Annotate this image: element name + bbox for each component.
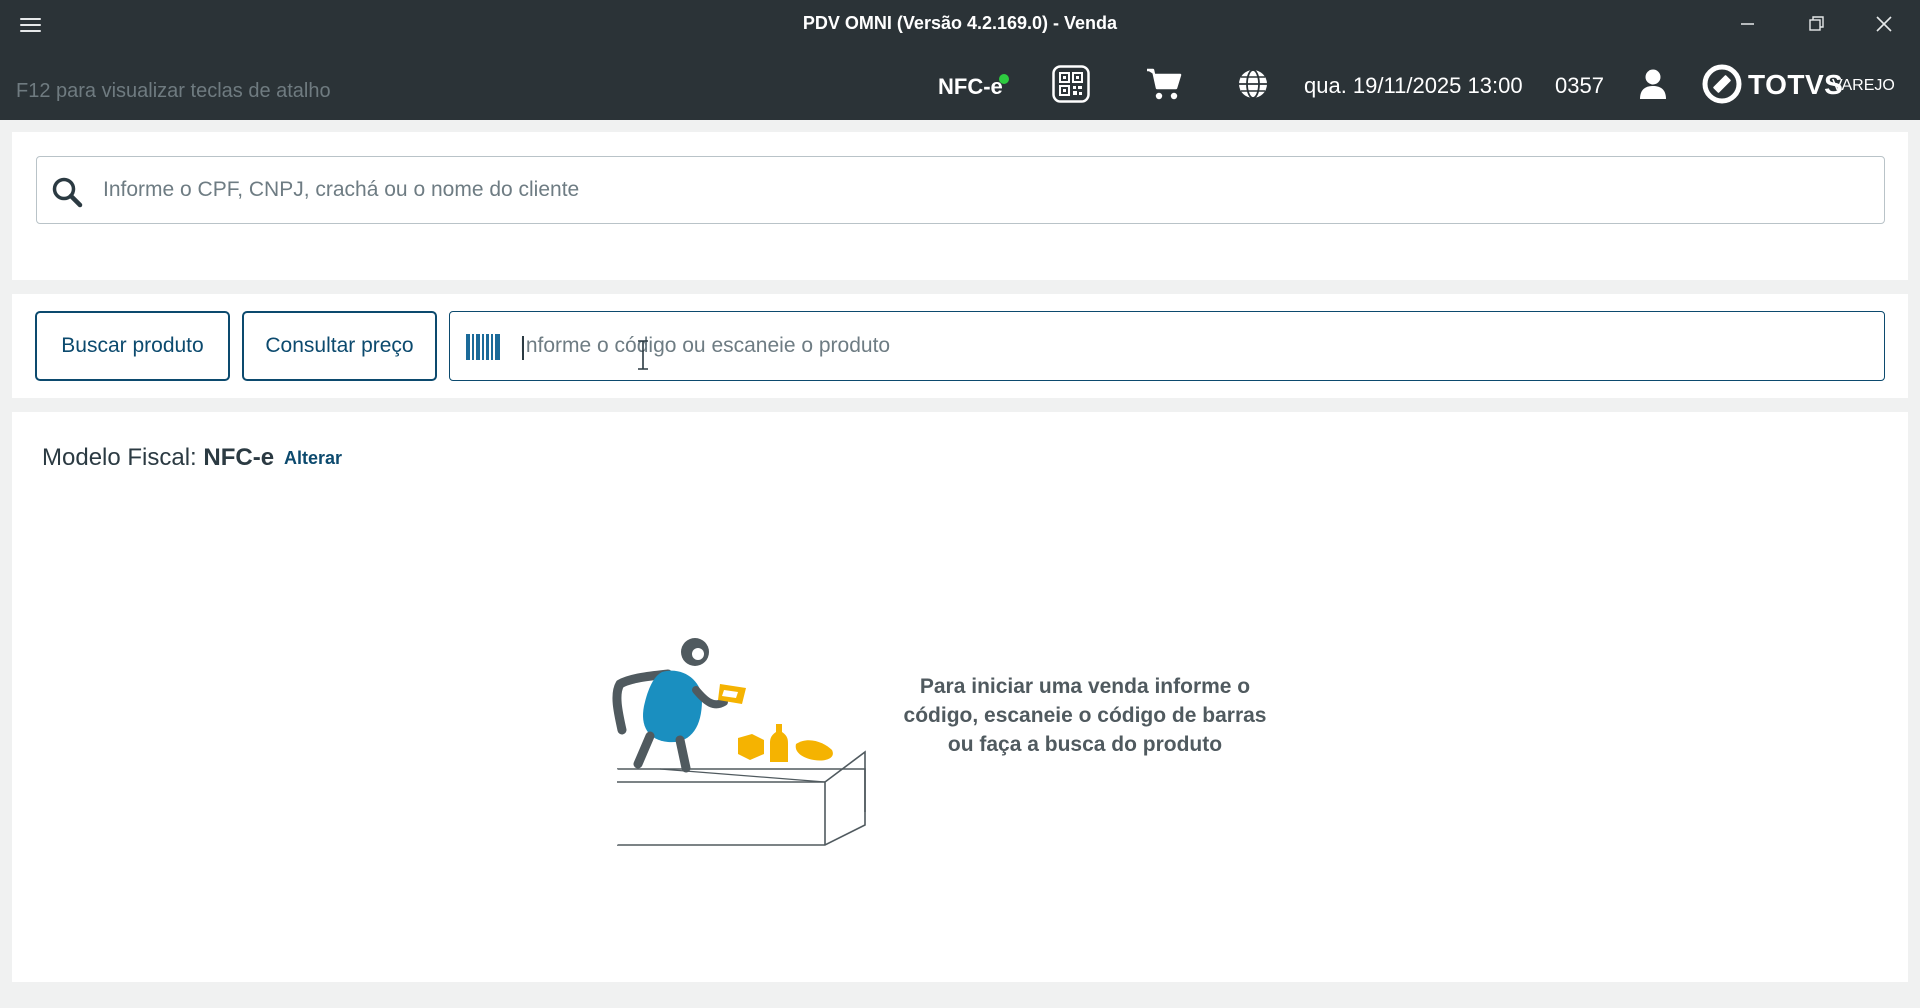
fiscal-model-badge[interactable]: NFC-e xyxy=(938,74,1009,100)
terminal-number: 0357 xyxy=(1555,73,1604,98)
barcode-icon xyxy=(466,334,500,360)
online-status-dot xyxy=(998,74,1009,84)
status-bar: F12 para visualizar teclas de atalho NFC… xyxy=(0,49,1920,120)
brand-logo: TOTVS VAREJO xyxy=(1702,64,1895,104)
search-icon xyxy=(52,177,83,208)
text-caret xyxy=(522,336,524,360)
fiscal-model-badge-label: NFC-e xyxy=(938,74,1003,99)
cart-icon[interactable] xyxy=(1145,66,1183,102)
fiscal-model-value: NFC-e xyxy=(203,444,275,471)
customer-search-field[interactable] xyxy=(36,156,1885,224)
minimize-icon[interactable] xyxy=(1727,9,1767,39)
product-code-field[interactable] xyxy=(449,311,1885,381)
empty-sale-message: Para iniciar uma venda informe o código,… xyxy=(903,675,1267,756)
check-price-button[interactable]: Consultar preço xyxy=(242,311,437,381)
shortcut-hint: F12 para visualizar teclas de atalho xyxy=(16,80,331,102)
search-product-button[interactable]: Buscar produto xyxy=(35,311,230,381)
change-fiscal-model-link[interactable]: Alterar xyxy=(284,448,342,469)
title-bar: PDV OMNI (Versão 4.2.169.0) - Venda xyxy=(0,0,1920,49)
fiscal-model-caption: Modelo Fiscal: xyxy=(42,444,197,471)
close-icon[interactable] xyxy=(1864,9,1904,39)
empty-sale-illustration xyxy=(612,638,866,846)
text-cursor-icon xyxy=(638,340,648,370)
fiscal-model-label: Modelo Fiscal: NFC-e xyxy=(42,444,274,472)
globe-icon[interactable] xyxy=(1236,67,1270,101)
window-title: PDV OMNI (Versão 4.2.169.0) - Venda xyxy=(802,13,1118,33)
brand-name: TOTVS xyxy=(1748,69,1844,100)
brand-subtitle: VAREJO xyxy=(1832,77,1895,94)
datetime-display: qua. 19/11/2025 13:00 xyxy=(1304,73,1523,98)
user-icon[interactable] xyxy=(1636,67,1670,101)
qr-code-icon[interactable] xyxy=(1052,65,1090,103)
customer-search-input[interactable] xyxy=(103,171,1863,209)
restore-icon[interactable] xyxy=(1796,9,1836,39)
totvs-logo-icon xyxy=(1702,64,1742,104)
product-code-input[interactable] xyxy=(520,327,1860,365)
